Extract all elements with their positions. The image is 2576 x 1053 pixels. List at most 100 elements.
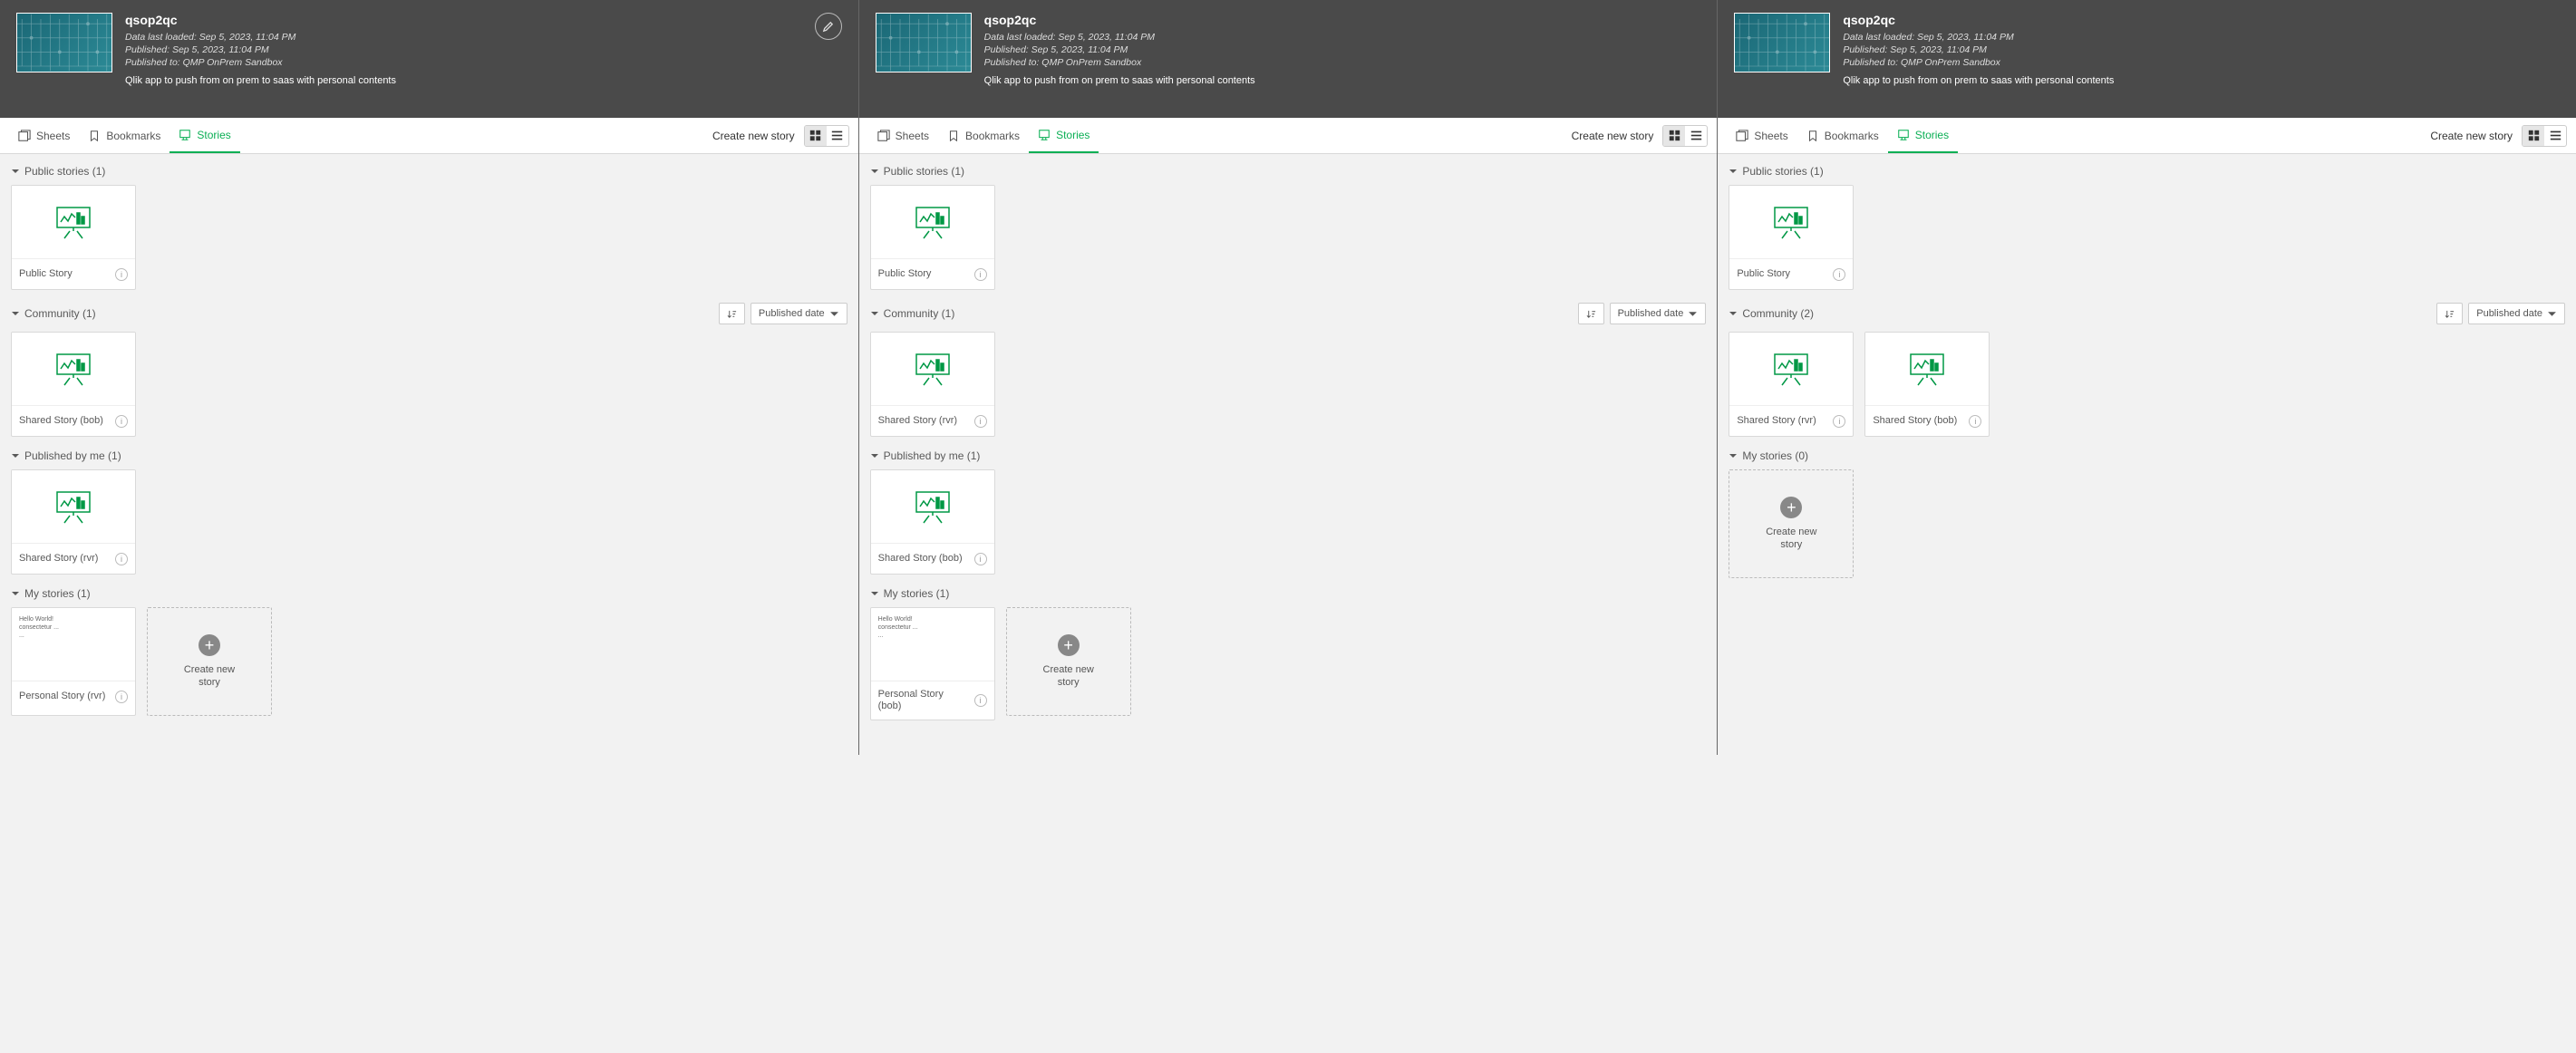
section-toggle[interactable]: Published by me (1) — [11, 449, 121, 462]
story-thumbnail — [1865, 333, 1989, 405]
create-story-link[interactable]: Create new story — [1572, 130, 1654, 142]
info-icon[interactable]: i — [115, 691, 128, 703]
grid-view-button[interactable] — [1663, 126, 1685, 146]
info-icon[interactable]: i — [974, 553, 987, 565]
plus-icon: + — [1058, 634, 1080, 656]
section-toggle[interactable]: My stories (0) — [1729, 449, 1808, 462]
story-card[interactable]: Hello World!consectetur ...... Personal … — [11, 607, 136, 716]
app-published: Published: Sep 5, 2023, 11:04 PM — [1843, 43, 2114, 56]
app-title: qsop2qc — [125, 13, 396, 27]
app-published: Published: Sep 5, 2023, 11:04 PM — [984, 43, 1255, 56]
app-thumbnail — [16, 13, 112, 72]
create-story-tile[interactable]: + Create newstory — [1006, 607, 1131, 716]
section-toggle[interactable]: My stories (1) — [870, 587, 950, 600]
app-thumbnail — [1734, 13, 1830, 72]
section-toggle[interactable]: Public stories (1) — [870, 165, 964, 178]
story-name: Public Story — [1737, 268, 1827, 280]
tab-stories[interactable]: Stories — [169, 118, 239, 153]
section-toggle[interactable]: Community (1) — [870, 307, 955, 320]
info-icon[interactable]: i — [974, 694, 987, 707]
tab-bookmarks[interactable]: Bookmarks — [938, 118, 1029, 153]
app-header: qsop2qc Data last loaded: Sep 5, 2023, 1… — [0, 0, 858, 118]
story-name: Shared Story (rvr) — [1737, 415, 1827, 427]
story-name: Shared Story (rvr) — [878, 415, 969, 427]
story-card[interactable]: Hello World!consectetur ...... Personal … — [870, 607, 995, 720]
story-thumbnail: Hello World!consectetur ...... — [871, 608, 994, 681]
story-name: Shared Story (bob) — [1873, 415, 1963, 427]
app-data-loaded: Data last loaded: Sep 5, 2023, 11:04 PM — [125, 31, 396, 43]
app-title: qsop2qc — [984, 13, 1255, 27]
info-icon[interactable]: i — [1969, 415, 1981, 428]
grid-view-button[interactable] — [805, 126, 827, 146]
section-toggle[interactable]: Community (1) — [11, 307, 96, 320]
app-published-to: Published to: QMP OnPrem Sandbox — [984, 56, 1255, 69]
story-name: Public Story — [19, 268, 110, 280]
tab-sheets[interactable]: Sheets — [9, 118, 79, 153]
app-data-loaded: Data last loaded: Sep 5, 2023, 11:04 PM — [984, 31, 1255, 43]
create-story-tile[interactable]: + Create newstory — [147, 607, 272, 716]
story-name: Shared Story (bob) — [19, 415, 110, 427]
list-view-button[interactable] — [827, 126, 848, 146]
tab-sheets[interactable]: Sheets — [1727, 118, 1796, 153]
app-published-to: Published to: QMP OnPrem Sandbox — [125, 56, 396, 69]
info-icon[interactable]: i — [974, 415, 987, 428]
app-description: Qlik app to push from on prem to saas wi… — [984, 75, 1255, 86]
story-thumbnail — [871, 186, 994, 258]
list-view-button[interactable] — [2544, 126, 2566, 146]
create-story-tile[interactable]: + Create newstory — [1729, 469, 1854, 578]
section-toggle[interactable]: Community (2) — [1729, 307, 1814, 320]
story-card[interactable]: Public Story i — [870, 185, 995, 290]
sort-direction-button[interactable] — [719, 303, 745, 324]
info-icon[interactable]: i — [1833, 415, 1845, 428]
app-published-to: Published to: QMP OnPrem Sandbox — [1843, 56, 2114, 69]
section-toggle[interactable]: Public stories (1) — [1729, 165, 1823, 178]
sort-field-select[interactable]: Published date — [2468, 303, 2565, 324]
sort-field-select[interactable]: Published date — [1610, 303, 1707, 324]
story-card[interactable]: Public Story i — [1729, 185, 1854, 290]
story-card[interactable]: Shared Story (rvr) i — [11, 469, 136, 575]
story-card[interactable]: Shared Story (rvr) i — [1729, 332, 1854, 437]
story-card[interactable]: Shared Story (rvr) i — [870, 332, 995, 437]
info-icon[interactable]: i — [115, 553, 128, 565]
story-card[interactable]: Shared Story (bob) i — [11, 332, 136, 437]
story-thumbnail — [871, 333, 994, 405]
section-toggle[interactable]: Published by me (1) — [870, 449, 981, 462]
create-story-link[interactable]: Create new story — [712, 130, 795, 142]
story-thumbnail — [871, 470, 994, 543]
edit-button[interactable] — [815, 13, 842, 40]
grid-view-button[interactable] — [2523, 126, 2544, 146]
story-name: Public Story — [878, 268, 969, 280]
story-thumbnail — [12, 470, 135, 543]
app-thumbnail — [876, 13, 972, 72]
story-name: Shared Story (rvr) — [19, 553, 110, 565]
nav-tabs: Sheets Bookmarks Stories Create new stor… — [0, 118, 858, 154]
tab-sheets[interactable]: Sheets — [868, 118, 938, 153]
tab-stories[interactable]: Stories — [1029, 118, 1099, 153]
sort-direction-button[interactable] — [1578, 303, 1604, 324]
create-story-link[interactable]: Create new story — [2430, 130, 2513, 142]
tab-bookmarks[interactable]: Bookmarks — [1797, 118, 1888, 153]
list-view-button[interactable] — [1685, 126, 1707, 146]
story-thumbnail — [1729, 333, 1853, 405]
tab-stories[interactable]: Stories — [1888, 118, 1958, 153]
section-toggle[interactable]: Public stories (1) — [11, 165, 105, 178]
section-toggle[interactable]: My stories (1) — [11, 587, 91, 600]
info-icon[interactable]: i — [974, 268, 987, 281]
app-header: qsop2qc Data last loaded: Sep 5, 2023, 1… — [1718, 0, 2576, 118]
sort-field-select[interactable]: Published date — [751, 303, 847, 324]
nav-tabs: Sheets Bookmarks Stories Create new stor… — [1718, 118, 2576, 154]
story-card[interactable]: Public Story i — [11, 185, 136, 290]
plus-icon: + — [1780, 497, 1802, 518]
story-thumbnail: Hello World!consectetur ...... — [12, 608, 135, 681]
tab-bookmarks[interactable]: Bookmarks — [79, 118, 169, 153]
story-card[interactable]: Shared Story (bob) i — [1864, 332, 1990, 437]
info-icon[interactable]: i — [115, 415, 128, 428]
sort-direction-button[interactable] — [2436, 303, 2463, 324]
story-card[interactable]: Shared Story (bob) i — [870, 469, 995, 575]
story-name: Personal Story (rvr) — [19, 691, 110, 702]
info-icon[interactable]: i — [115, 268, 128, 281]
story-thumbnail — [12, 333, 135, 405]
story-name: Personal Story (bob) — [878, 689, 969, 712]
plus-icon: + — [199, 634, 220, 656]
info-icon[interactable]: i — [1833, 268, 1845, 281]
